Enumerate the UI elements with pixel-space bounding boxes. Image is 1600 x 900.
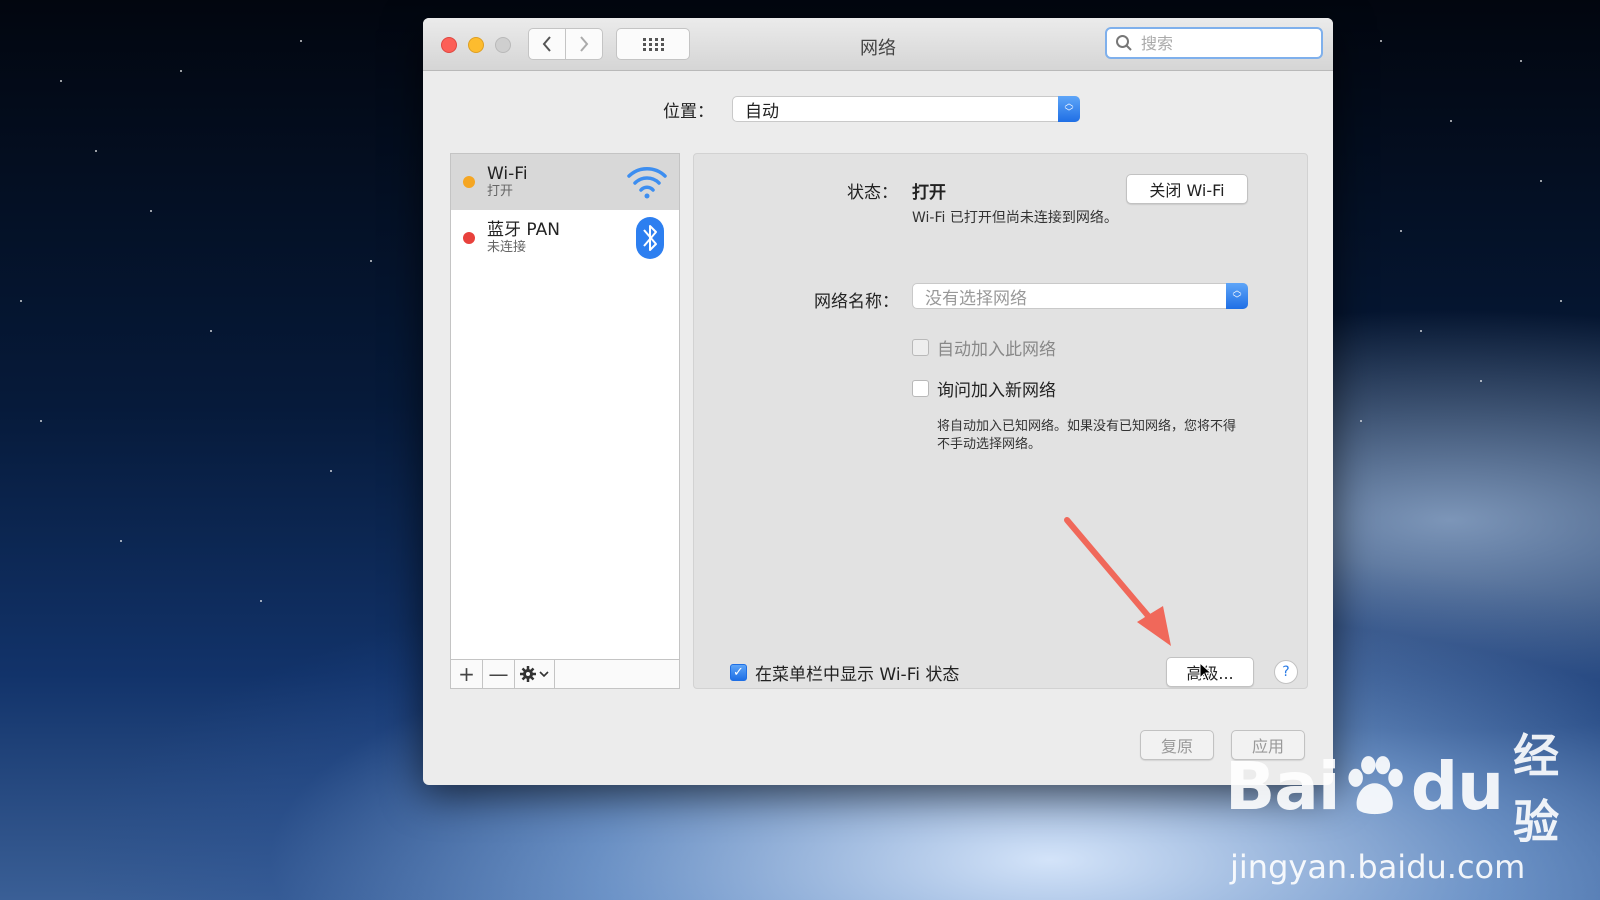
auto-join-checkbox: [912, 339, 929, 356]
search-icon: [1116, 35, 1132, 51]
ask-join-description: 将自动加入已知网络。如果没有已知网络，您将不得不手动选择网络。: [937, 419, 1237, 452]
revert-button[interactable]: 复原: [1140, 730, 1214, 760]
ask-join-label[interactable]: 询问加入新网络: [937, 376, 1056, 401]
ask-join-checkbox[interactable]: [912, 380, 929, 397]
show-status-row: ✓ 在菜单栏中显示 Wi-Fi 状态: [730, 660, 959, 685]
annotation-arrow-icon: [1064, 517, 1171, 646]
remove-service-button[interactable]: —: [483, 660, 515, 688]
watermark-url: jingyan.baidu.com: [1230, 848, 1526, 886]
add-service-button[interactable]: +: [451, 660, 483, 688]
status-value: 打开: [912, 183, 946, 203]
show-status-checkbox[interactable]: ✓: [730, 664, 747, 681]
watermark-brand-right: du: [1410, 747, 1504, 825]
status-description: Wi-Fi 已打开但尚未连接到网络。: [912, 210, 1118, 226]
network-name-select[interactable]: 没有选择网络 ︿ ﹀: [912, 283, 1248, 309]
turn-off-wifi-button[interactable]: 关闭 Wi-Fi: [1126, 174, 1248, 204]
network-preferences-window: 网络 位置： 自动 ︿﹀ Wi-Fi 打开: [423, 18, 1333, 785]
service-name: Wi-Fi: [487, 164, 528, 184]
status-dot: [463, 232, 475, 244]
gear-icon: [519, 666, 549, 682]
wifi-icon: [627, 167, 667, 199]
ask-join-row: 询问加入新网络: [912, 376, 1056, 401]
network-name-label: 网络名称：: [814, 292, 899, 312]
auto-join-row: 自动加入此网络: [912, 335, 1056, 360]
location-value: 自动: [745, 101, 779, 122]
service-list: Wi-Fi 打开 蓝牙 PAN 未连接 + —: [450, 153, 680, 689]
status-dot: [463, 176, 475, 188]
baidu-paw-icon: [1348, 756, 1404, 815]
help-button[interactable]: ?: [1274, 660, 1298, 684]
title-bar: 网络: [423, 18, 1333, 71]
auto-join-label: 自动加入此网络: [937, 340, 1056, 360]
show-status-label[interactable]: 在菜单栏中显示 Wi-Fi 状态: [755, 660, 959, 685]
service-status: 未连接: [487, 240, 527, 255]
service-list-toolbar: + —: [451, 659, 679, 688]
location-row: 位置： 自动 ︿ ﹀: [663, 96, 1080, 122]
service-item-bluetooth-pan[interactable]: 蓝牙 PAN 未连接: [451, 210, 679, 266]
chevron-updown-icon: ︿ ﹀: [1226, 283, 1248, 309]
chevron-updown-icon: ︿ ﹀: [1058, 96, 1080, 122]
bluetooth-icon: [636, 217, 664, 259]
wifi-detail-panel: 状态： 打开 关闭 Wi-Fi Wi-Fi 已打开但尚未连接到网络。 网络名称：…: [693, 153, 1308, 689]
actions-menu-button[interactable]: [515, 660, 555, 688]
baidu-jingyan-watermark: Bai du 经验 jingyan.baidu.com: [1225, 720, 1600, 886]
service-status: 打开: [487, 184, 514, 199]
service-item-wifi[interactable]: Wi-Fi 打开: [451, 154, 679, 210]
network-name-placeholder: 没有选择网络: [925, 288, 1027, 309]
search-input[interactable]: [1139, 32, 1313, 54]
service-name: 蓝牙 PAN: [487, 220, 560, 240]
watermark-brand-left: Bai: [1225, 747, 1340, 825]
mouse-cursor-icon: [1199, 662, 1213, 682]
status-label: 状态：: [847, 183, 898, 203]
location-select[interactable]: 自动 ︿ ﹀: [732, 96, 1080, 122]
location-label: 位置：: [663, 101, 714, 122]
search-field[interactable]: [1105, 27, 1323, 59]
watermark-brand-cn: 经验: [1513, 729, 1562, 849]
